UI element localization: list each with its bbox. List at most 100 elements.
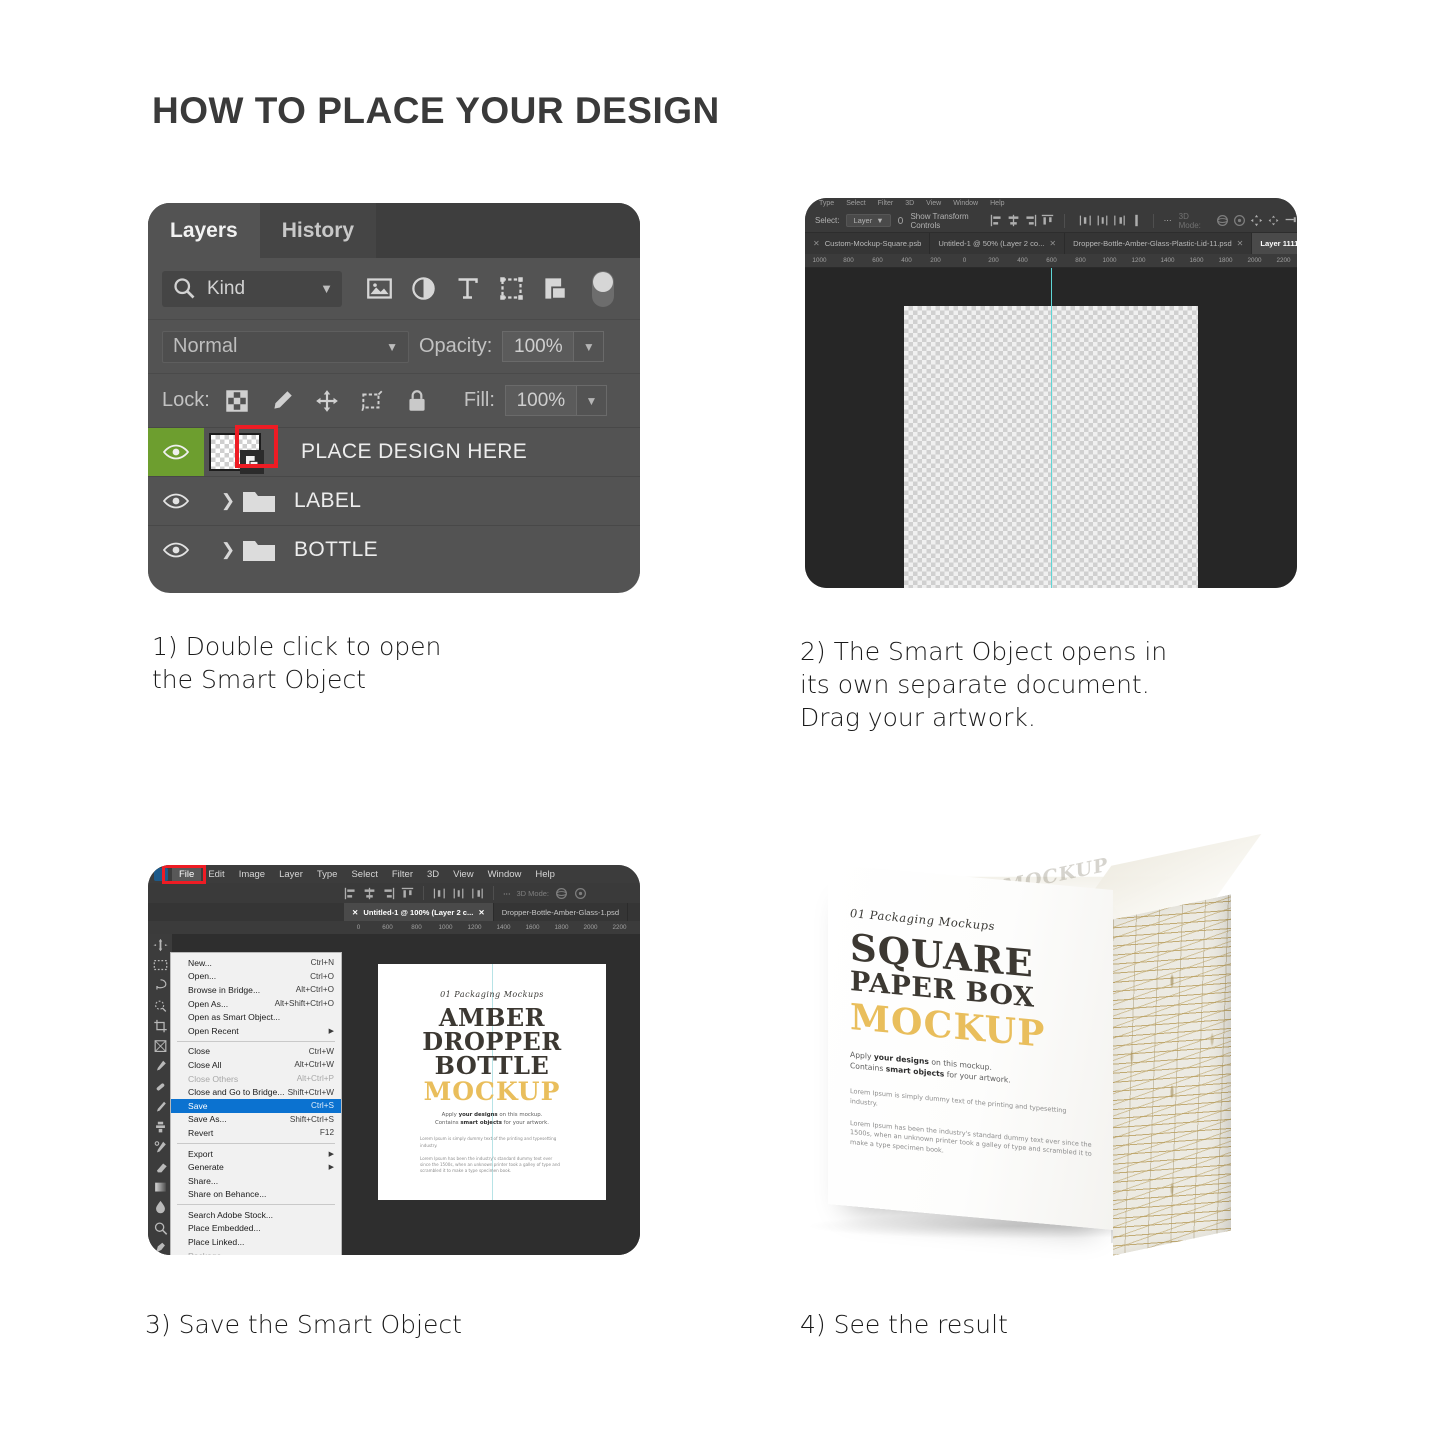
file-dropdown-menu[interactable]: New... Ctrl+N Open... Ctrl+O Browse in Bri… xyxy=(170,952,342,1255)
smart-object-filter-icon[interactable] xyxy=(542,275,569,302)
layer-visibility-toggle[interactable] xyxy=(148,477,204,525)
menubar-item-edit[interactable]: Edit xyxy=(201,867,231,882)
close-icon[interactable]: ✕ xyxy=(1237,239,1244,248)
menu-item-export[interactable]: Export ▶ xyxy=(171,1147,341,1161)
align-center-horizontal-icon[interactable] xyxy=(363,887,376,900)
menu-item-place-embedded[interactable]: Place Embedded... xyxy=(171,1222,341,1236)
menu-item-share-on-behance[interactable]: Share on Behance... xyxy=(171,1188,341,1202)
document-tab-active[interactable]: ✕ Untitled-1 @ 100% (Layer 2 c... ✕ xyxy=(344,903,494,921)
gradient-tool-icon[interactable] xyxy=(153,1180,168,1194)
3d-roll-icon[interactable] xyxy=(574,887,587,900)
distribute-center-icon[interactable] xyxy=(1096,214,1109,227)
menu-item-open-as-smart-object[interactable]: Open as Smart Object... xyxy=(171,1010,341,1024)
eyedropper-tool-icon[interactable] xyxy=(153,1059,168,1073)
menu-item-generate[interactable]: Generate ▶ xyxy=(171,1160,341,1174)
document-artboard[interactable]: 01 Packaging Mockups AMBER DROPPER BOTTL… xyxy=(344,934,640,1255)
menubar-item-window[interactable]: Window xyxy=(481,867,529,882)
healing-brush-tool-icon[interactable] xyxy=(153,1079,168,1093)
distribute-right-icon[interactable] xyxy=(1113,214,1126,227)
close-icon[interactable]: ✕ xyxy=(1049,239,1056,248)
distribute-left-icon[interactable] xyxy=(433,887,446,900)
zoom-tool-icon[interactable] xyxy=(153,1221,168,1235)
menu-item-close-all[interactable]: Close All Alt+Ctrl+W xyxy=(171,1058,341,1072)
menubar-item-3d[interactable]: 3D xyxy=(420,867,446,882)
opacity-slider-chevron-icon[interactable]: ▼ xyxy=(574,331,605,362)
frame-tool-icon[interactable] xyxy=(153,1039,168,1053)
3d-scale-icon[interactable] xyxy=(1284,214,1297,227)
show-transform-checkbox[interactable] xyxy=(897,217,904,224)
layer-visibility-toggle[interactable] xyxy=(148,526,204,574)
layer-row-place-design-here[interactable]: PLACE DESIGN HERE xyxy=(148,425,640,476)
menu-item-open-recent[interactable]: Open Recent ▶ xyxy=(171,1024,341,1038)
blend-mode-dropdown[interactable]: Normal ▼ xyxy=(162,330,409,363)
filter-kind-dropdown[interactable]: Kind ▼ xyxy=(162,270,342,307)
quick-selection-tool-icon[interactable] xyxy=(153,999,168,1013)
fill-slider-chevron-icon[interactable]: ▼ xyxy=(576,385,607,416)
3d-orbit-icon[interactable] xyxy=(555,887,568,900)
history-brush-tool-icon[interactable] xyxy=(153,1140,168,1154)
menu-item-share[interactable]: Share... xyxy=(171,1174,341,1188)
brush-tool-icon[interactable] xyxy=(153,1100,168,1114)
3d-roll-icon[interactable] xyxy=(1233,214,1246,227)
align-center-horizontal-icon[interactable] xyxy=(1007,214,1020,227)
document-tab[interactable]: Dropper-Bottle-Amber-Glass-1.psd xyxy=(494,903,629,921)
menu-item-open-as[interactable]: Open As... Alt+Shift+Ctrl+O xyxy=(171,997,341,1011)
smart-object-badge-icon[interactable] xyxy=(240,450,264,474)
menubar-item[interactable]: 3D xyxy=(905,200,914,207)
menu-item-save-as[interactable]: Save As... Shift+Ctrl+S xyxy=(171,1113,341,1127)
move-tool-icon[interactable] xyxy=(152,938,168,952)
distribute-right-icon[interactable] xyxy=(471,887,484,900)
menubar-item-select[interactable]: Select xyxy=(344,867,384,882)
shape-layer-filter-icon[interactable] xyxy=(498,275,525,302)
lock-artboard-nesting-icon[interactable] xyxy=(359,388,385,414)
menubar-item[interactable]: Filter xyxy=(878,200,894,207)
fill-value[interactable]: 100% xyxy=(504,385,577,416)
align-right-icon[interactable] xyxy=(1024,214,1037,227)
menubar-item-view[interactable]: View xyxy=(446,867,480,882)
layer-thumbnail-wrapper[interactable] xyxy=(209,425,278,474)
layer-visibility-toggle[interactable] xyxy=(148,428,204,476)
align-left-icon[interactable] xyxy=(344,887,357,900)
more-options-icon[interactable]: ⋯ xyxy=(503,889,511,898)
lock-all-icon[interactable] xyxy=(404,388,430,414)
align-right-icon[interactable] xyxy=(382,887,395,900)
lock-image-pixels-icon[interactable] xyxy=(269,388,295,414)
menubar-item[interactable]: Type xyxy=(819,200,834,207)
close-icon[interactable]: ✕ xyxy=(478,908,484,917)
align-top-icon[interactable] xyxy=(401,887,414,900)
close-icon[interactable]: ✕ xyxy=(813,239,820,248)
distribute-vertical-icon[interactable] xyxy=(1130,214,1143,227)
close-icon[interactable]: ✕ xyxy=(352,908,358,917)
layer-row-label[interactable]: ❯ LABEL xyxy=(148,476,640,525)
distribute-left-icon[interactable] xyxy=(1079,214,1092,227)
marquee-tool-icon[interactable] xyxy=(153,958,168,972)
align-left-icon[interactable] xyxy=(990,214,1003,227)
document-tab[interactable]: ✕ Custom-Mockup-Square.psb xyxy=(805,233,931,254)
menubar-item[interactable]: Window xyxy=(953,200,978,207)
3d-slide-icon[interactable] xyxy=(1267,214,1280,227)
menu-item-open[interactable]: Open... Ctrl+O xyxy=(171,970,341,984)
menu-item-close[interactable]: Close Ctrl+W xyxy=(171,1045,341,1059)
crop-tool-icon[interactable] xyxy=(153,1019,168,1033)
clone-stamp-tool-icon[interactable] xyxy=(153,1120,168,1134)
document-tab-active[interactable]: Layer 1111111.psb @ 25% (Background Colo… xyxy=(1252,233,1297,254)
menubar-item-filter[interactable]: Filter xyxy=(385,867,420,882)
distribute-center-icon[interactable] xyxy=(452,887,465,900)
type-layer-filter-icon[interactable] xyxy=(454,275,481,302)
menubar-item[interactable]: Select xyxy=(846,200,865,207)
document-tab[interactable]: Dropper-Bottle-Amber-Glass-Plastic-Lid-1… xyxy=(1065,233,1253,254)
menubar-item[interactable]: View xyxy=(926,200,941,207)
menubar-item-file[interactable]: File xyxy=(172,866,202,882)
menubar-item-type[interactable]: Type xyxy=(310,867,345,882)
3d-pan-icon[interactable] xyxy=(1250,214,1263,227)
filter-enable-toggle[interactable] xyxy=(592,270,614,307)
menu-item-browse-in-bridge[interactable]: Browse in Bridge... Alt+Ctrl+O xyxy=(171,983,341,997)
group-expand-chevron-icon[interactable]: ❯ xyxy=(216,540,240,560)
eraser-tool-icon[interactable] xyxy=(153,1160,168,1174)
menu-item-save[interactable]: Save Ctrl+S xyxy=(171,1098,341,1113)
tab-history[interactable]: History xyxy=(260,203,376,258)
pen-tool-icon[interactable] xyxy=(153,1241,168,1255)
group-expand-chevron-icon[interactable]: ❯ xyxy=(216,491,240,511)
lock-transparent-pixels-icon[interactable] xyxy=(224,388,250,414)
select-target-dropdown[interactable]: Layer ▼ xyxy=(846,214,891,227)
